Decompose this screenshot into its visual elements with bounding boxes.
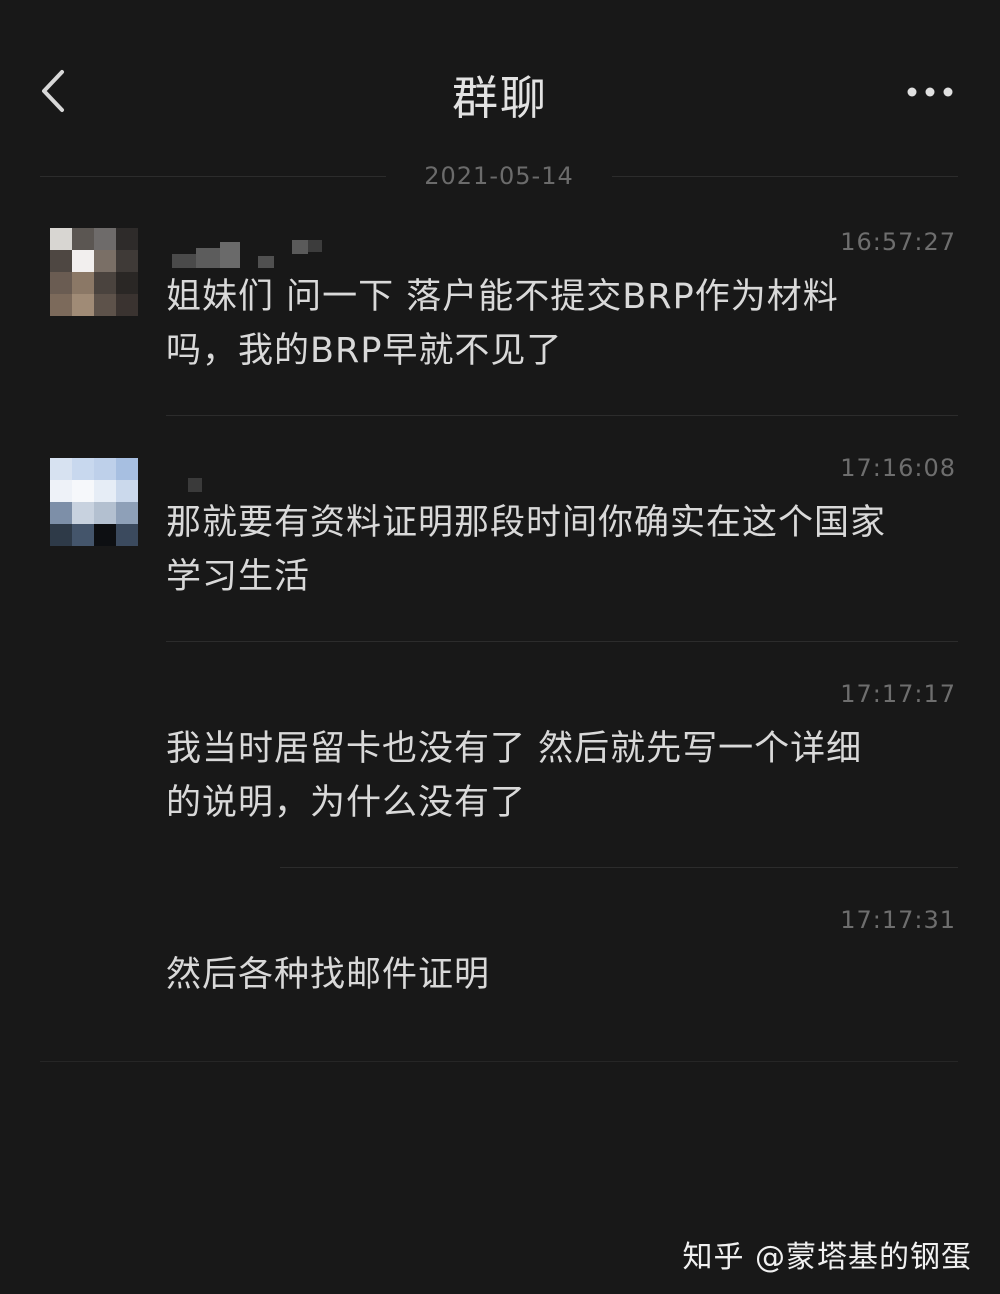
message-item[interactable]: 16:57:27 姐妹们 问一下 落户能不提交BRP作为材料 吗，我的BRP早就… — [0, 228, 1000, 418]
message-separator — [280, 867, 958, 868]
message-time: 17:17:17 — [840, 680, 956, 708]
message-line: 学习生活 — [166, 557, 311, 597]
message-line: 姐妹们 问一下 落户能不提交BRP作为材料 — [166, 277, 839, 317]
date-divider: 2021-05-14 — [40, 160, 958, 194]
divider-line — [612, 176, 958, 177]
message-line: 我当时居留卡也没有了 然后就先写一个详细 — [166, 729, 863, 769]
message-time: 16:57:27 — [840, 228, 956, 256]
bottom-divider — [40, 1061, 958, 1062]
message-text: 然后各种找邮件证明 — [166, 948, 966, 1002]
page-title: 群聊 — [452, 71, 548, 125]
message-item[interactable]: 17:16:08 那就要有资料证明那段时间你确实在这个国家 学习生活 — [0, 454, 1000, 644]
sender-name-blurred — [168, 228, 348, 268]
avatar[interactable] — [50, 228, 138, 316]
message-separator — [166, 415, 958, 416]
sender-name-blurred — [168, 454, 348, 494]
watermark: 知乎 @蒙塔基的钢蛋 — [682, 1240, 972, 1275]
message-line: 那就要有资料证明那段时间你确实在这个国家 — [166, 503, 887, 543]
message-separator — [166, 641, 958, 642]
message-line: 的说明，为什么没有了 — [166, 783, 527, 823]
message-text: 姐妹们 问一下 落户能不提交BRP作为材料 吗，我的BRP早就不见了 — [166, 270, 966, 378]
more-horizontal-icon[interactable] — [900, 72, 960, 112]
message-text: 那就要有资料证明那段时间你确实在这个国家 学习生活 — [166, 496, 966, 604]
message-text: 我当时居留卡也没有了 然后就先写一个详细 的说明，为什么没有了 — [166, 722, 966, 830]
avatar[interactable] — [50, 458, 138, 546]
message-time: 17:17:31 — [840, 906, 956, 934]
message-time: 17:16:08 — [840, 454, 956, 482]
message-line: 吗，我的BRP早就不见了 — [166, 331, 563, 371]
message-item[interactable]: 17:17:31 然后各种找邮件证明 — [0, 906, 1000, 1036]
message-item[interactable]: 17:17:17 我当时居留卡也没有了 然后就先写一个详细 的说明，为什么没有了 — [0, 680, 1000, 870]
message-line: 然后各种找邮件证明 — [166, 955, 491, 995]
chat-header: 群聊 — [0, 40, 1000, 140]
